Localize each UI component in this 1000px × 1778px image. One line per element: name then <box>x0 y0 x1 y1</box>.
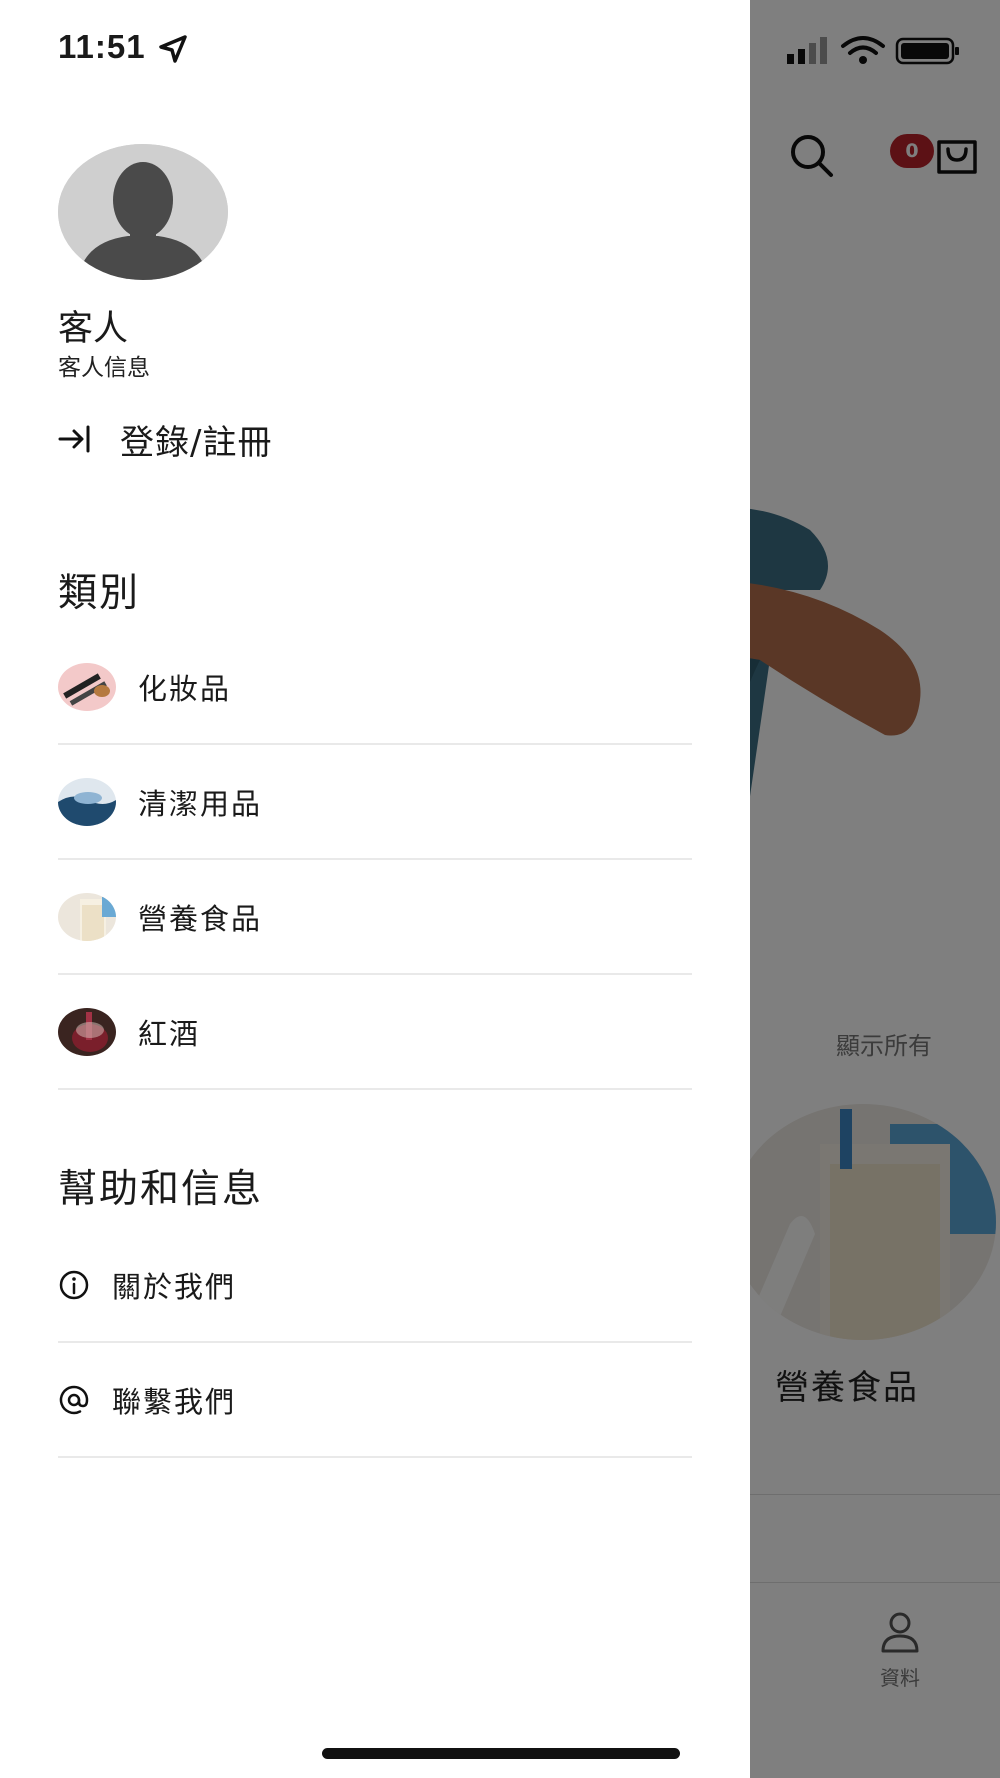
about-us-item[interactable]: 關於我們 <box>58 1228 692 1343</box>
category-list: 化妝品 清潔用品 營養食品 紅酒 <box>58 630 692 1090</box>
contact-us-label: 聯繫我們 <box>112 1384 237 1419</box>
category-thumbnail <box>58 892 116 941</box>
category-thumbnail <box>58 1007 116 1056</box>
login-icon <box>58 425 90 453</box>
drawer-scrim[interactable] <box>750 0 1000 1778</box>
login-register-button[interactable]: 登錄/註冊 <box>58 414 272 464</box>
category-label: 營養食品 <box>138 901 263 936</box>
category-label: 清潔用品 <box>138 786 263 821</box>
category-label: 紅酒 <box>138 1016 201 1051</box>
home-indicator[interactable] <box>322 1748 680 1759</box>
at-icon <box>59 1385 89 1414</box>
category-thumbnail <box>58 662 116 711</box>
login-register-label: 登錄/註冊 <box>120 422 273 463</box>
side-drawer: 11:51 客人 客人信息 登錄/註冊 類別 化妝品 清潔用品 營養食品 紅酒 … <box>0 0 750 1778</box>
help-info-heading: 幫助和信息 <box>58 1167 264 1212</box>
category-item-nutrition[interactable]: 營養食品 <box>58 860 692 975</box>
location-arrow-icon <box>159 35 187 63</box>
contact-us-item[interactable]: 聯繫我們 <box>58 1343 692 1458</box>
default-avatar-icon <box>58 144 228 280</box>
category-thumbnail <box>58 777 116 826</box>
category-item-wine[interactable]: 紅酒 <box>58 975 692 1090</box>
help-list: 關於我們 聯繫我們 <box>58 1228 692 1458</box>
user-name: 客人 <box>58 309 129 349</box>
info-icon <box>59 1270 89 1299</box>
about-us-label: 關於我們 <box>112 1269 237 1304</box>
status-time: 11:51 <box>58 28 146 65</box>
user-info: 客人信息 <box>58 355 150 381</box>
categories-heading: 類別 <box>58 571 141 616</box>
category-item-cleaning[interactable]: 清潔用品 <box>58 745 692 860</box>
avatar[interactable] <box>58 144 228 280</box>
category-label: 化妝品 <box>138 671 232 706</box>
category-item-cosmetics[interactable]: 化妝品 <box>58 630 692 745</box>
